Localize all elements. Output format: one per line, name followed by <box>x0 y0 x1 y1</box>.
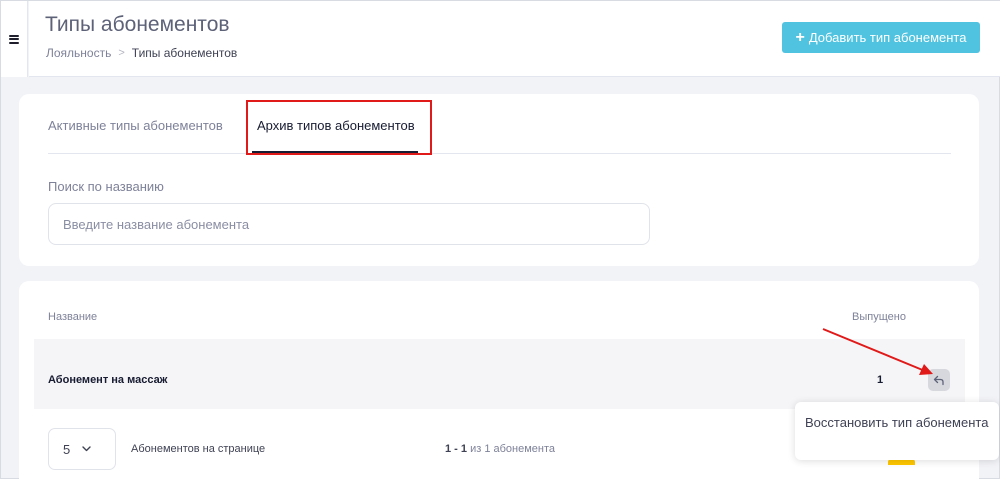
column-header-issued[interactable]: Выпущено <box>852 311 906 323</box>
column-header-name[interactable]: Название <box>48 311 97 323</box>
cell-issued-count: 1 <box>877 374 884 386</box>
add-button-label: Добавить тип абонемента <box>808 30 967 45</box>
annotation-highlight-box <box>246 100 432 155</box>
chevron-down-icon <box>82 446 91 452</box>
page-title: Типы абонементов <box>45 13 230 36</box>
search-label: Поиск по названию <box>48 179 164 194</box>
table-row[interactable]: Абонемент на массаж 1 <box>34 339 965 409</box>
pagination-info: 1 - 1 из 1 абонемента <box>445 443 555 455</box>
tab-active-types[interactable]: Активные типы абонементов <box>48 118 223 133</box>
tabs-divider <box>48 153 951 154</box>
window-frame: Типы абонементов Лояльность > Типы абоне… <box>0 0 1000 479</box>
pagination-total: из 1 абонемента <box>470 443 556 455</box>
breadcrumb-item-current: Типы абонементов <box>131 46 238 60</box>
sidebar-toggle[interactable] <box>1 1 28 77</box>
page-size-value: 5 <box>63 441 71 457</box>
add-subscription-type-button[interactable]: + Добавить тип абонемента <box>782 22 980 53</box>
restore-tooltip: Восстановить тип абонемента <box>795 402 999 460</box>
breadcrumb-item-loyalty[interactable]: Лояльность <box>46 46 111 60</box>
plus-icon: + <box>795 28 805 46</box>
breadcrumb-separator: > <box>118 47 125 59</box>
page-size-select[interactable]: 5 <box>48 428 116 470</box>
restore-button[interactable] <box>928 369 950 391</box>
breadcrumb: Лояльность > Типы абонементов <box>46 46 237 60</box>
filters-card: Активные типы абонементов Архив типов аб… <box>19 94 979 266</box>
search-input[interactable] <box>48 203 650 245</box>
menu-icon <box>9 34 19 44</box>
pagination-range: 1 - 1 <box>445 443 468 455</box>
page-header: Типы абонементов Лояльность > Типы абоне… <box>29 1 1000 77</box>
cell-subscription-name: Абонемент на массаж <box>48 374 168 386</box>
page-size-label: Абонементов на странице <box>131 443 266 455</box>
restore-icon <box>933 375 944 385</box>
